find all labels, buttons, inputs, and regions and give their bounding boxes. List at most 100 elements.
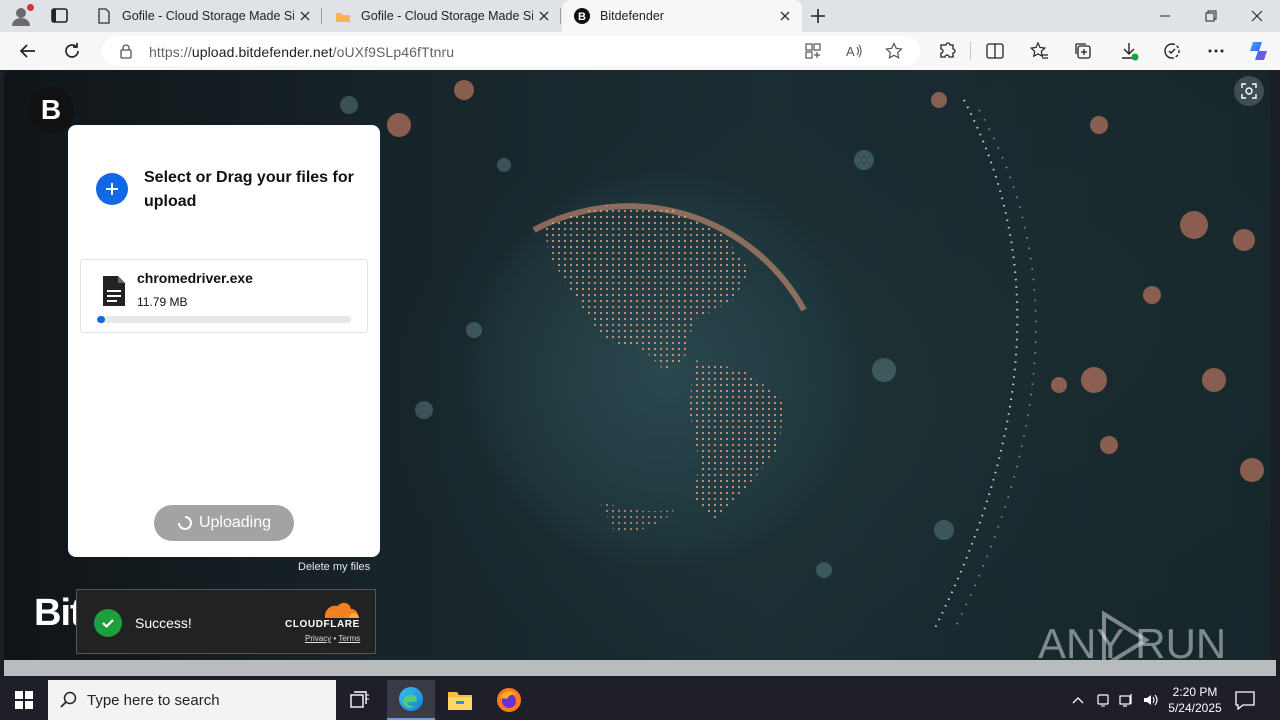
windows-logo-icon [15, 691, 33, 709]
task-view-icon [350, 691, 369, 708]
chevron-up-icon [1072, 697, 1084, 704]
upload-progress-fill [97, 316, 105, 323]
tab-gofile-2[interactable]: Gofile - Cloud Storage Made Sim [323, 0, 561, 32]
close-icon[interactable] [298, 9, 312, 23]
close-icon[interactable] [778, 9, 792, 23]
svg-text:B: B [578, 11, 586, 23]
document-icon [98, 8, 110, 24]
tray-device-icon[interactable] [1092, 680, 1114, 720]
captcha-status: Success! [135, 615, 192, 631]
uploading-button[interactable]: Uploading [154, 505, 294, 541]
bitdefender-logo[interactable]: B [28, 87, 74, 133]
link-separator: • [333, 634, 337, 643]
tray-overflow-button[interactable] [1068, 680, 1088, 720]
add-files-button[interactable] [96, 173, 128, 205]
close-window-button[interactable] [1234, 0, 1280, 32]
restore-button[interactable] [1188, 0, 1234, 32]
folder-icon [448, 692, 472, 710]
new-tab-icon[interactable] [808, 6, 828, 26]
start-button[interactable] [0, 680, 48, 720]
tray-volume[interactable] [1140, 680, 1162, 720]
horizontal-scrollbar[interactable] [4, 660, 1276, 676]
search-icon [60, 691, 77, 708]
edge-icon [399, 687, 423, 711]
tab-bitdefender[interactable]: B Bitdefender [562, 0, 802, 32]
browser-toolbar: https://upload.bitdefender.net/oUXf9SLp4… [0, 32, 1280, 70]
minimize-button[interactable] [1142, 0, 1188, 32]
taskbar-clock[interactable]: 2:20 PM 5/24/2025 [1162, 684, 1228, 716]
url-host: upload.bitdefender.net [191, 44, 333, 60]
url-scheme: https:// [149, 44, 192, 60]
firefox-icon [497, 688, 521, 712]
more-options-icon[interactable] [1206, 41, 1226, 61]
volume-icon [1144, 694, 1158, 706]
upload-progress-bar [97, 316, 351, 323]
file-document-icon [103, 276, 125, 306]
favorites-icon[interactable] [1029, 41, 1049, 61]
notification-center-icon[interactable] [1234, 690, 1256, 710]
visual-search-button[interactable] [1234, 76, 1264, 106]
refresh-icon[interactable] [61, 40, 83, 62]
downloads-icon[interactable] [1119, 41, 1139, 61]
network-icon [1119, 694, 1132, 707]
collections-icon[interactable] [1073, 41, 1093, 61]
upload-card: Select or Drag your files for upload chr… [68, 125, 380, 557]
captcha-links: Privacy • Terms [305, 634, 360, 643]
taskbar-edge[interactable] [387, 680, 435, 720]
file-item: chromedriver.exe 11.79 MB [80, 259, 368, 333]
extensions-icon[interactable] [937, 41, 957, 61]
close-icon[interactable] [537, 9, 551, 23]
taskbar-file-explorer[interactable] [436, 680, 484, 720]
visual-search-icon [1241, 83, 1257, 99]
tab-gofile-1[interactable]: Gofile - Cloud Storage Made Sim [84, 0, 322, 32]
delete-my-files-link[interactable]: Delete my files [298, 561, 370, 573]
spinner-icon [177, 516, 192, 530]
plus-icon [106, 183, 118, 195]
file-size: 11.79 MB [137, 295, 188, 309]
tab-title: Bitdefender [600, 9, 664, 23]
taskbar-search-box[interactable]: Type here to search [48, 680, 336, 720]
vertical-scrollbar[interactable] [1270, 70, 1276, 660]
restore-icon [1205, 10, 1217, 22]
bitdefender-b-icon: B [574, 8, 590, 24]
clock-time: 2:20 PM [1172, 685, 1218, 699]
app-available-icon[interactable] [804, 42, 822, 60]
cloudflare-cloud-icon [324, 602, 359, 618]
svg-text:A: A [846, 44, 855, 59]
read-aloud-icon[interactable]: A [845, 42, 863, 60]
url-text[interactable]: https://upload.bitdefender.net/oUXf9SLp4… [149, 44, 454, 60]
browser-title-bar: Gofile - Cloud Storage Made Sim Gofile -… [0, 0, 1280, 32]
usb-device-icon [1097, 694, 1109, 707]
select-files-prompt[interactable]: Select or Drag your files for upload [144, 166, 364, 214]
bitdefender-wordmark: Bit [34, 592, 83, 634]
back-arrow-icon[interactable] [17, 40, 39, 62]
file-name: chromedriver.exe [137, 270, 253, 286]
favorite-star-icon[interactable] [885, 42, 903, 60]
profile-notification-dot [27, 4, 34, 11]
search-placeholder: Type here to search [87, 691, 220, 709]
tray-network[interactable] [1116, 680, 1138, 720]
success-check-icon [94, 609, 122, 637]
windows-taskbar: Type here to search 2:20 PM 5/24/2025 [0, 680, 1280, 720]
taskbar-firefox[interactable] [485, 680, 533, 720]
clock-date: 5/24/2025 [1168, 701, 1222, 715]
lock-icon[interactable] [118, 43, 134, 59]
gofile-icon [336, 13, 350, 22]
minimize-icon [1160, 15, 1170, 17]
cloudflare-captcha-widget[interactable]: Success! CLOUDFLARE Privacy • Terms [76, 589, 376, 654]
terms-link[interactable]: Terms [338, 634, 360, 643]
tab-title: Gofile - Cloud Storage Made Sim [361, 9, 533, 23]
copilot-icon[interactable] [1246, 39, 1270, 63]
tab-title: Gofile - Cloud Storage Made Sim [122, 9, 294, 23]
privacy-link[interactable]: Privacy [305, 634, 331, 643]
split-screen-icon[interactable] [985, 41, 1005, 61]
tab-actions-icon[interactable] [50, 7, 70, 25]
address-bar[interactable]: https://upload.bitdefender.net/oUXf9SLp4… [102, 36, 920, 66]
uploading-label: Uploading [198, 514, 272, 531]
url-path: /oUXf9SLp46fTtnru [332, 44, 455, 60]
toolbar-separator [970, 42, 971, 60]
task-view-button[interactable] [336, 680, 384, 720]
close-icon [1251, 10, 1263, 22]
cloudflare-brand: CLOUDFLARE [285, 619, 360, 630]
browser-essentials-icon[interactable] [1162, 41, 1182, 61]
